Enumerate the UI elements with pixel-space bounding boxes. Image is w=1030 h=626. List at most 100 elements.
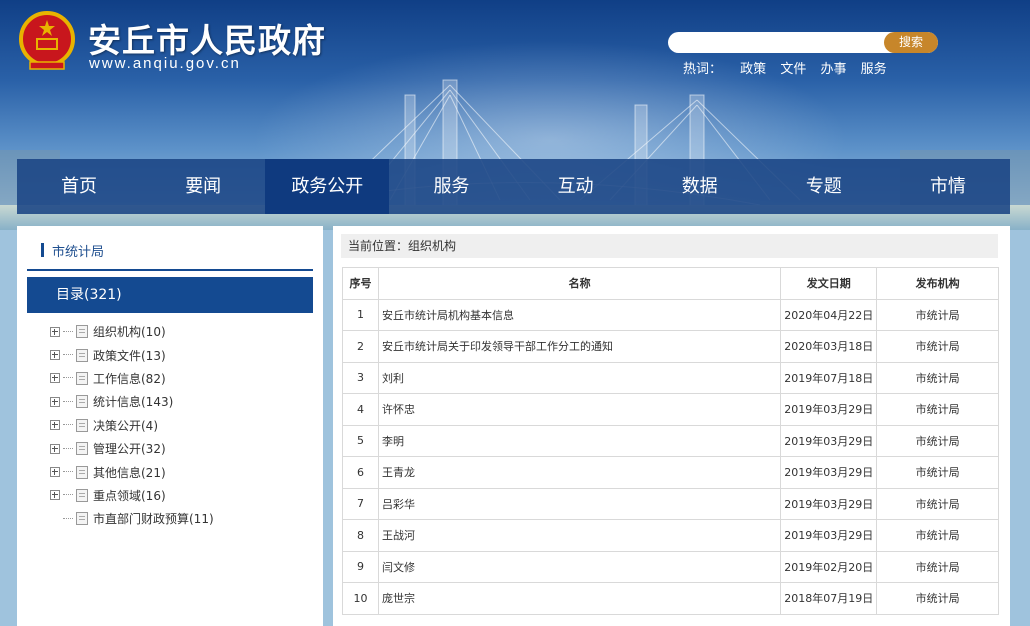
expand-icon[interactable]	[50, 443, 60, 454]
row-index: 8	[342, 519, 379, 552]
row-date: 2020年04月22日	[780, 298, 878, 331]
row-date: 2020年03月18日	[780, 330, 878, 363]
row-date: 2018年07月19日	[780, 582, 878, 615]
tree-item-label: 其他信息(21)	[93, 465, 166, 480]
row-date: 2019年03月29日	[780, 424, 878, 457]
table-row: 4 许怀忠 2019年03月29日 市统计局	[342, 393, 999, 426]
nav-item-services[interactable]: 服务	[389, 159, 513, 214]
nav-item-news[interactable]: 要闻	[141, 159, 265, 214]
hot-word-link[interactable]: 办事	[820, 62, 846, 77]
row-title-link[interactable]: 王青龙	[382, 466, 415, 479]
sidebar-title: 市统计局	[52, 245, 105, 260]
row-date: 2019年03月29日	[780, 456, 878, 489]
hot-words-label: 热词：	[683, 62, 723, 77]
table-row: 2 安丘市统计局关于印发领导干部工作分工的通知 2020年03月18日 市统计局	[342, 330, 999, 363]
sidebar: 市统计局 目录(321) 组织机构(10) 政策文件(13) 工作信息(82) …	[17, 226, 323, 626]
hot-word-link[interactable]: 政策	[740, 62, 766, 77]
tree-item[interactable]: 统计信息(143)	[50, 390, 214, 413]
table-row: 7 吕彩华 2019年03月29日 市统计局	[342, 487, 999, 520]
tree-connector	[63, 354, 73, 356]
row-title-cell: 许怀忠	[377, 393, 782, 426]
document-icon	[76, 395, 88, 409]
row-title-link[interactable]: 安丘市统计局机构基本信息	[382, 309, 514, 322]
expand-icon[interactable]	[50, 420, 60, 431]
row-publisher: 市统计局	[876, 298, 999, 331]
tree-connector	[63, 400, 73, 403]
row-title-link[interactable]: 王战河	[382, 529, 415, 542]
row-index: 9	[342, 550, 379, 583]
table-row: 8 王战河 2019年03月29日 市统计局	[342, 519, 999, 552]
tree-item[interactable]: 决策公开(4)	[50, 414, 214, 437]
document-icon	[76, 348, 88, 362]
tree-connector	[63, 330, 73, 333]
document-icon	[76, 442, 88, 456]
row-title-link[interactable]: 李明	[382, 435, 404, 448]
hot-word-link[interactable]: 文件	[780, 62, 806, 77]
row-index: 7	[342, 487, 379, 520]
row-title-cell: 安丘市统计局关于印发领导干部工作分工的通知	[377, 330, 782, 363]
expand-icon[interactable]	[50, 490, 60, 501]
tree-item-label: 政策文件(13)	[93, 348, 166, 363]
search-input[interactable]	[678, 32, 888, 54]
tree-connector	[63, 447, 73, 450]
row-publisher: 市统计局	[876, 487, 999, 520]
row-title-link[interactable]: 闫文修	[382, 561, 415, 574]
catalog-label: 目录(321)	[56, 287, 122, 303]
search-box: 搜索	[668, 32, 938, 54]
tree-item[interactable]: 工作信息(82)	[50, 367, 214, 390]
document-icon	[76, 371, 88, 385]
sidebar-header: 市统计局	[27, 240, 313, 271]
expand-icon[interactable]	[50, 467, 60, 478]
row-title-cell: 李明	[377, 424, 782, 457]
row-publisher: 市统计局	[876, 361, 999, 394]
row-index: 2	[342, 330, 379, 363]
tree-item-label: 管理公开(32)	[93, 442, 166, 457]
tree-item-label: 重点领域(16)	[93, 488, 166, 503]
hot-word-link[interactable]: 服务	[861, 62, 887, 77]
expand-icon[interactable]	[50, 326, 60, 337]
tree-item[interactable]: 重点领域(16)	[50, 484, 214, 507]
row-publisher: 市统计局	[876, 393, 999, 426]
row-title-link[interactable]: 吕彩华	[382, 498, 415, 511]
main-nav: 首页 要闻 政务公开 服务 互动 数据 专题 市情	[17, 159, 1010, 214]
row-title-link[interactable]: 安丘市统计局关于印发领导干部工作分工的通知	[382, 340, 613, 353]
tree-item[interactable]: 其他信息(21)	[50, 460, 214, 483]
breadcrumb: 当前位置：组织机构	[341, 234, 998, 258]
nav-item-gov-affairs[interactable]: 政务公开	[265, 159, 390, 214]
table-row: 6 王青龙 2019年03月29日 市统计局	[342, 456, 999, 489]
expand-icon[interactable]	[50, 373, 60, 384]
nav-item-topics[interactable]: 专题	[762, 159, 886, 214]
expand-icon[interactable]	[50, 350, 60, 361]
nav-item-interaction[interactable]: 互动	[514, 159, 638, 214]
hot-words: 热词： 政策 文件 办事 服务	[683, 58, 897, 77]
expand-icon[interactable]	[50, 396, 60, 407]
tree-item[interactable]: 组织机构(10)	[50, 320, 214, 343]
row-publisher: 市统计局	[876, 330, 999, 363]
nav-item-home[interactable]: 首页	[17, 159, 141, 214]
tree-connector	[63, 471, 73, 473]
tree-item[interactable]: 政策文件(13)	[50, 343, 214, 366]
catalog-tree: 组织机构(10) 政策文件(13) 工作信息(82) 统计信息(143) 决策公…	[50, 320, 214, 531]
document-icon	[76, 488, 88, 502]
row-date: 2019年03月29日	[780, 487, 878, 520]
tree-item[interactable]: 市直部门财政预算(11)	[50, 507, 214, 530]
row-date: 2019年03月29日	[780, 393, 878, 426]
table-row: 1 安丘市统计局机构基本信息 2020年04月22日 市统计局	[342, 298, 999, 331]
tree-item[interactable]: 管理公开(32)	[50, 437, 214, 460]
catalog-header[interactable]: 目录(321)	[27, 277, 313, 313]
search-button[interactable]: 搜索	[884, 32, 938, 53]
document-icon	[76, 465, 88, 479]
nav-item-city-info[interactable]: 市情	[886, 159, 1010, 214]
row-index: 1	[342, 298, 379, 331]
row-title-link[interactable]: 刘利	[382, 372, 404, 385]
row-date: 2019年07月18日	[780, 361, 878, 394]
tree-item-label: 工作信息(82)	[93, 371, 166, 386]
row-title-link[interactable]: 庞世宗	[382, 592, 415, 605]
row-title-link[interactable]: 许怀忠	[382, 403, 415, 416]
tree-item-label: 统计信息(143)	[93, 395, 174, 410]
tree-item-label: 市直部门财政预算(11)	[93, 512, 214, 527]
document-table: 序号 名称 发文日期 发布机构 1 安丘市统计局机构基本信息 2020年04月22日…	[342, 267, 999, 615]
table-row: 9 闫文修 2019年02月20日 市统计局	[342, 550, 999, 583]
nav-item-data[interactable]: 数据	[638, 159, 762, 214]
table-row: 10 庞世宗 2018年07月19日 市统计局	[342, 582, 999, 615]
